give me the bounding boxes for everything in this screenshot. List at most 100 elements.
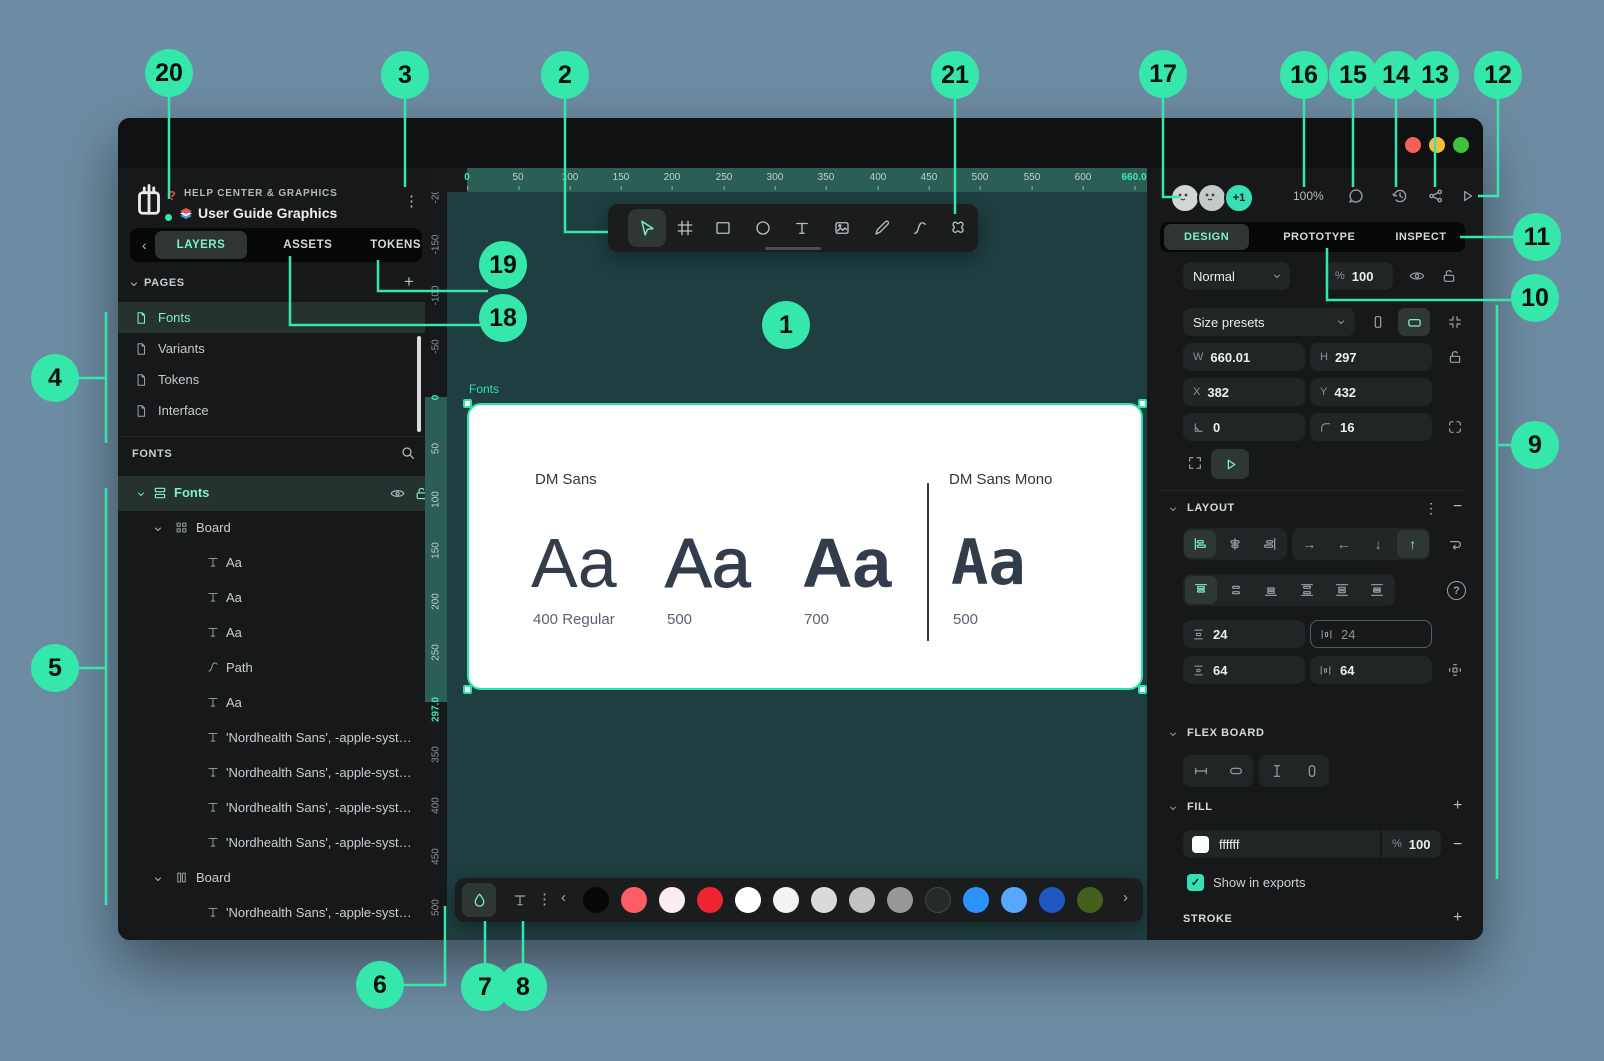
file-menu-icon[interactable]: ⋮	[404, 192, 419, 210]
height-field[interactable]: H297	[1310, 343, 1432, 371]
chevron-down-icon[interactable]	[152, 873, 164, 885]
expand-icon[interactable]	[1187, 455, 1203, 471]
pages-scrollbar[interactable]	[417, 336, 421, 432]
color-swatch[interactable]	[773, 887, 799, 913]
hug-width-button[interactable]	[1220, 757, 1252, 785]
text-tool[interactable]	[787, 213, 817, 243]
layout-help-icon[interactable]: ?	[1447, 581, 1466, 600]
layer-row-text[interactable]: 'Nordhealth Sans', -apple-system...	[118, 756, 425, 791]
remove-fill-icon[interactable]: −	[1453, 836, 1462, 854]
color-swatch[interactable]	[659, 887, 685, 913]
avatar-overflow-badge[interactable]: +1	[1224, 183, 1254, 213]
fill-collapse-icon[interactable]	[1167, 802, 1179, 814]
hug-height-button[interactable]	[1296, 757, 1328, 785]
add-page-icon[interactable]: +	[404, 272, 414, 292]
align-end-button[interactable]	[1254, 530, 1286, 558]
color-swatch[interactable]	[963, 887, 989, 913]
layer-row-text[interactable]: 'Nordhealth Sans', -apple-system...	[118, 721, 425, 756]
collapse-sidebar-icon[interactable]: ‹	[142, 237, 147, 253]
align-start-button[interactable]	[1184, 530, 1216, 558]
board-fonts[interactable]: DM Sans DM Sans Mono Aa Aa Aa Aa 400 Reg…	[467, 403, 1143, 690]
width-field[interactable]: W660.01	[1183, 343, 1305, 371]
independent-radius-icon[interactable]	[1447, 419, 1463, 435]
direction-column-reverse-button[interactable]: ↑	[1397, 530, 1429, 558]
portrait-orientation-button[interactable]	[1362, 308, 1394, 336]
color-swatch[interactable]	[621, 887, 647, 913]
justify-start-button[interactable]	[1185, 576, 1217, 604]
horizontal-padding-field[interactable]: 64	[1310, 656, 1432, 684]
flex-collapse-icon[interactable]	[1167, 728, 1179, 740]
project-name[interactable]: HELP CENTER & GRAPHICS	[184, 188, 338, 199]
traffic-light-close[interactable]	[1405, 137, 1421, 153]
wrap-icon[interactable]	[1447, 536, 1464, 553]
vertical-ruler[interactable]: -200 -150 -100 -50 0 50 100 150 200 250 …	[425, 192, 447, 940]
traffic-light-zoom[interactable]	[1453, 137, 1469, 153]
move-tool[interactable]	[632, 213, 662, 243]
direction-column-button[interactable]: ↓	[1362, 530, 1394, 558]
layer-row-text[interactable]: Aa	[118, 581, 425, 616]
view-mode-icon[interactable]	[1458, 187, 1476, 205]
tab-assets[interactable]: ASSETS	[283, 239, 332, 251]
canvas-viewport[interactable]: 0 50 100 150 200 250 300 350 400 450 500…	[425, 168, 1147, 940]
board-tool[interactable]	[670, 213, 700, 243]
color-swatch[interactable]	[697, 887, 723, 913]
justify-end-button[interactable]	[1255, 576, 1287, 604]
column-gap-field[interactable]: 24	[1310, 620, 1432, 648]
border-radius-field[interactable]: 16	[1310, 413, 1432, 441]
fix-height-button[interactable]	[1261, 757, 1293, 785]
add-fill-icon[interactable]: +	[1453, 797, 1462, 815]
fill-opacity-field[interactable]: %100	[1381, 830, 1441, 858]
chevron-down-icon[interactable]	[152, 523, 164, 535]
fill-color-swatch[interactable]	[1192, 836, 1209, 853]
plugins-tool[interactable]	[943, 213, 973, 243]
justify-space-between-button[interactable]	[1291, 576, 1323, 604]
x-position-field[interactable]: X382	[1183, 378, 1305, 406]
justify-space-around-button[interactable]	[1326, 576, 1358, 604]
color-swatch[interactable]	[1001, 887, 1027, 913]
direction-row-button[interactable]: →	[1293, 530, 1325, 558]
rotation-field[interactable]: 0	[1183, 413, 1305, 441]
ellipse-tool[interactable]	[748, 213, 778, 243]
layer-row-path[interactable]: Path	[118, 651, 425, 686]
palette-next-icon[interactable]: ›	[1123, 889, 1128, 906]
layout-collapse-icon[interactable]	[1167, 503, 1179, 515]
show-in-exports-checkbox[interactable]: ✓	[1187, 874, 1204, 891]
image-tool[interactable]	[827, 213, 857, 243]
color-swatch[interactable]	[1077, 887, 1103, 913]
search-icon[interactable]	[400, 445, 416, 461]
palette-prev-icon[interactable]: ‹	[561, 889, 566, 906]
row-gap-field[interactable]: 24	[1183, 620, 1305, 648]
color-swatch[interactable]	[811, 887, 837, 913]
layer-row-text[interactable]: Aa	[118, 546, 425, 581]
page-item-variants[interactable]: Variants	[118, 333, 425, 364]
selection-handle[interactable]	[463, 399, 472, 408]
toolbar-drag-handle[interactable]	[765, 247, 821, 250]
align-center-button[interactable]	[1219, 530, 1251, 558]
layer-row-text[interactable]: 'Nordhealth Sans', -apple-system...	[118, 896, 425, 931]
file-name[interactable]: User Guide Graphics	[198, 205, 337, 221]
blend-mode-select[interactable]: Normal	[1183, 262, 1290, 290]
layer-row-text[interactable]: Aa	[118, 686, 425, 721]
page-item-interface[interactable]: Interface	[118, 395, 425, 426]
page-item-tokens[interactable]: Tokens	[118, 364, 425, 395]
vertical-padding-field[interactable]: 64	[1183, 656, 1305, 684]
independent-padding-icon[interactable]	[1447, 662, 1463, 678]
fix-width-button[interactable]	[1185, 757, 1217, 785]
color-swatch[interactable]	[583, 887, 609, 913]
add-stroke-icon[interactable]: +	[1453, 909, 1462, 927]
justify-space-evenly-button[interactable]	[1361, 576, 1393, 604]
comments-icon[interactable]	[1347, 187, 1365, 205]
color-swatch[interactable]	[735, 887, 761, 913]
eye-icon[interactable]	[390, 486, 405, 501]
layer-row-board[interactable]: Board	[118, 511, 425, 546]
horizontal-ruler[interactable]: 0 50 100 150 200 250 300 350 400 450 500…	[447, 168, 1147, 192]
tab-design[interactable]: DESIGN	[1164, 224, 1249, 250]
landscape-orientation-button[interactable]	[1398, 308, 1430, 336]
pages-collapse-icon[interactable]	[128, 278, 140, 290]
tab-layers[interactable]: LAYERS	[155, 231, 248, 259]
justify-center-button[interactable]	[1220, 576, 1252, 604]
rectangle-tool[interactable]	[708, 213, 738, 243]
selection-handle[interactable]	[463, 685, 472, 694]
avatar[interactable]	[1197, 183, 1227, 213]
tab-tokens[interactable]: TOKENS	[370, 239, 421, 251]
